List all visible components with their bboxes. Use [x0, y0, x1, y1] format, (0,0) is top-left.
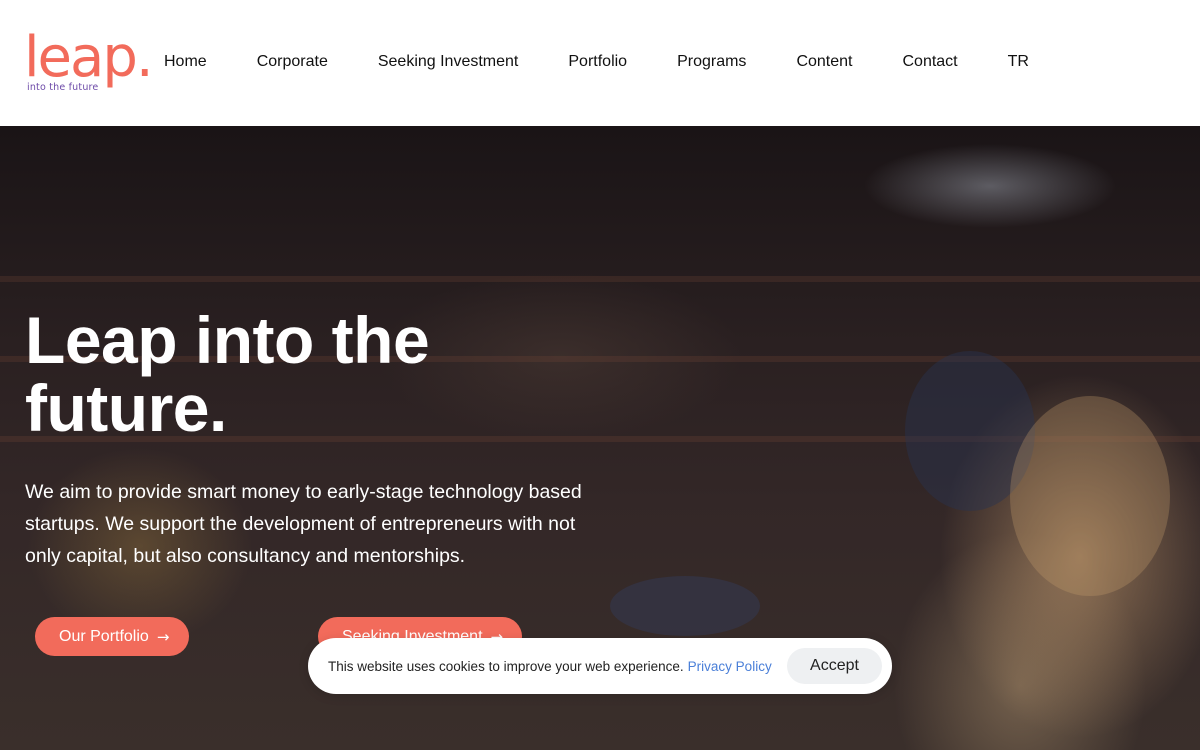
site-header: leap. into the future Home Corporate See…: [0, 0, 1200, 126]
logo-wordmark: leap.: [24, 25, 154, 90]
our-portfolio-button[interactable]: Our Portfolio →: [35, 617, 189, 656]
background-person: [1010, 396, 1170, 596]
our-portfolio-button-label: Our Portfolio: [59, 627, 149, 645]
nav-item-corporate[interactable]: Corporate: [257, 50, 328, 74]
main-nav: Home Corporate Seeking Investment Portfo…: [164, 50, 1029, 74]
nav-item-contact[interactable]: Contact: [902, 50, 957, 74]
hero-title-line: future.: [25, 371, 227, 445]
nav-item-portfolio[interactable]: Portfolio: [568, 50, 627, 74]
nav-item-language-tr[interactable]: TR: [1008, 50, 1029, 74]
logo-tagline: into the future: [27, 82, 99, 93]
privacy-policy-link[interactable]: Privacy Policy: [688, 659, 772, 674]
nav-item-home[interactable]: Home: [164, 50, 207, 74]
cookie-banner: This website uses cookies to improve you…: [308, 638, 892, 694]
hero-title: Leap into the future.: [25, 306, 585, 442]
nav-item-programs[interactable]: Programs: [677, 50, 746, 74]
hero-description: We aim to provide smart money to early-s…: [25, 481, 582, 567]
background-stool: [610, 576, 760, 636]
nav-item-seeking-investment[interactable]: Seeking Investment: [378, 50, 519, 74]
hero-title-line: Leap into the: [25, 303, 430, 377]
accept-cookies-button[interactable]: Accept: [787, 648, 882, 684]
background-shelf: [0, 276, 1200, 282]
arrow-right-icon: →: [156, 627, 170, 646]
leap-logo[interactable]: leap. into the future: [24, 28, 156, 96]
nav-item-content[interactable]: Content: [796, 50, 852, 74]
cookie-message: This website uses cookies to improve you…: [328, 658, 684, 674]
